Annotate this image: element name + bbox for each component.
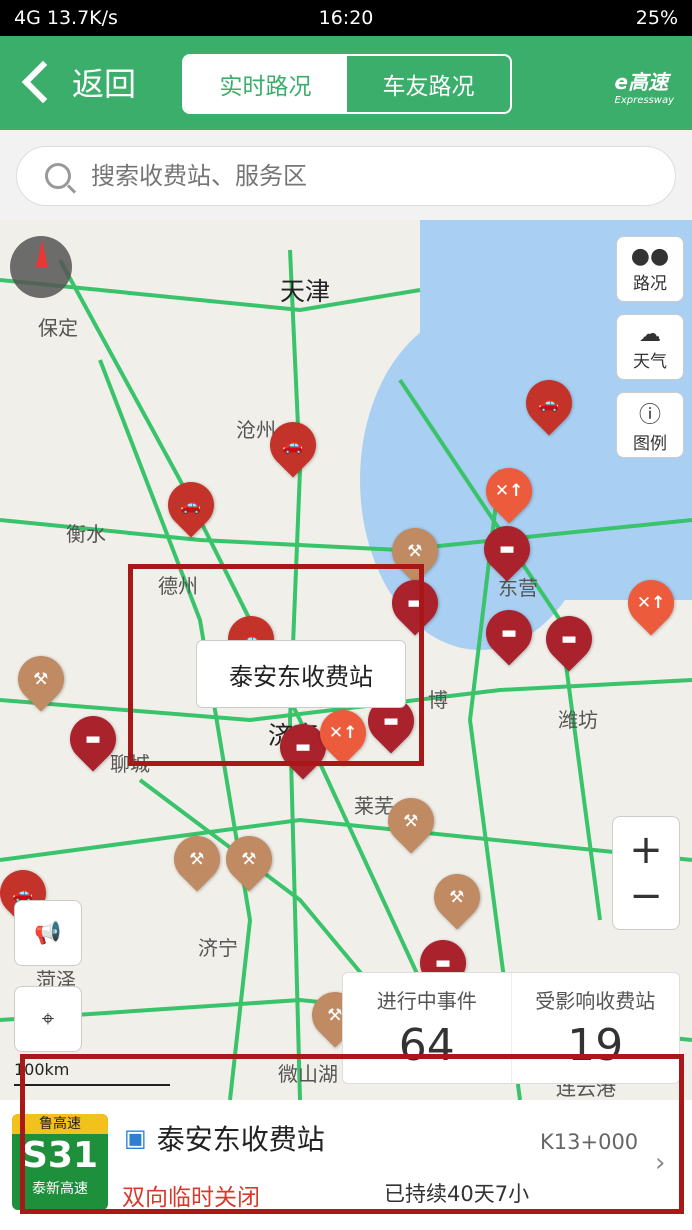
compass-needle-icon	[36, 240, 48, 267]
legend-button[interactable]: ⓘ 图例	[616, 392, 684, 458]
affected-stations-label: 受影响收费站	[535, 989, 656, 1013]
ongoing-events-label: 进行中事件	[376, 989, 477, 1013]
back-chevron-icon	[21, 60, 65, 104]
city-label: 博	[428, 688, 448, 712]
car-icon: 🚗	[282, 435, 304, 456]
traffic-layer-label: 路况	[633, 274, 667, 294]
city-label: 济宁	[198, 936, 238, 960]
worker-icon: ⚒	[189, 849, 205, 869]
info-icon: ⓘ	[638, 402, 661, 428]
locate-button[interactable]: ⌖	[14, 986, 82, 1052]
back-button[interactable]: 返回	[10, 54, 136, 110]
battery-level: 25%	[635, 7, 678, 29]
city-label: 潍坊	[558, 708, 598, 732]
barrier-icon: ▬	[434, 953, 452, 973]
report-button[interactable]: 📢	[14, 900, 82, 966]
app-logo: e高速 Expressway	[615, 66, 675, 106]
city-label: 天津	[280, 277, 331, 306]
station-callout[interactable]: 泰安东收费站	[196, 640, 406, 708]
highlight-frame	[20, 1054, 684, 1214]
station-info-card[interactable]: 鲁高速 S31 泰新高速 ▣ 泰安东收费站 双向临时关闭 K13+000 已持续…	[0, 1054, 692, 1230]
search-input[interactable]	[89, 161, 613, 191]
zoom-out-button[interactable]: −	[629, 873, 663, 919]
traffic-layer-button[interactable]: ●● 路况	[616, 236, 684, 302]
city-label: 保定	[38, 316, 78, 340]
status-bar: 4G 13.7K/s 16:20 25%	[0, 0, 692, 36]
worker-icon: ⚒	[327, 1005, 343, 1025]
lane-icon: ✕↑	[494, 481, 524, 501]
worker-icon: ⚒	[241, 849, 257, 869]
weather-layer-label: 天气	[633, 352, 667, 372]
weather-layer-button[interactable]: ☁ 天气	[616, 314, 684, 380]
search-box[interactable]	[16, 146, 676, 206]
car-icon: 🚗	[538, 393, 560, 414]
city-label: 衡水	[66, 522, 106, 546]
lane-icon: ✕↑	[636, 593, 666, 613]
worker-icon: ⚒	[403, 811, 419, 831]
car-icon: 🚗	[180, 495, 202, 516]
weather-cloud-icon: ☁	[639, 322, 661, 347]
logo-text: e高速	[614, 70, 669, 94]
zoom-in-button[interactable]: +	[629, 827, 663, 873]
tab-realtime-traffic[interactable]: 实时路况	[184, 56, 347, 112]
barrier-icon: ▬	[84, 729, 102, 749]
worker-icon: ⚒	[407, 541, 423, 561]
zoom-control: + −	[612, 816, 680, 930]
app-header: 返回 实时路况 车友路况 e高速 Expressway	[0, 36, 692, 130]
legend-label: 图例	[633, 433, 667, 454]
tab-driver-traffic[interactable]: 车友路况	[347, 56, 510, 112]
worker-icon: ⚒	[449, 887, 465, 907]
traffic-light-icon: ●●	[630, 244, 670, 269]
back-label: 返回	[72, 65, 137, 103]
barrier-icon: ▬	[560, 629, 578, 649]
logo-subtext: Expressway	[614, 95, 675, 106]
megaphone-icon: 📢	[34, 920, 62, 946]
crosshair-icon: ⌖	[41, 1006, 55, 1032]
barrier-icon: ▬	[498, 539, 516, 559]
clock: 16:20	[318, 7, 374, 29]
traffic-tab-switch: 实时路况 车友路况	[182, 54, 512, 114]
barrier-icon: ▬	[500, 623, 518, 643]
search-icon	[45, 163, 71, 189]
search-bar	[0, 130, 692, 220]
map-view[interactable]: 天津 保定 沧州 衡水 德州 东营 博 潍坊 济南 聊城 莱芜 济宁 菏泽 微山…	[0, 220, 692, 1100]
worker-icon: ⚒	[33, 669, 49, 689]
